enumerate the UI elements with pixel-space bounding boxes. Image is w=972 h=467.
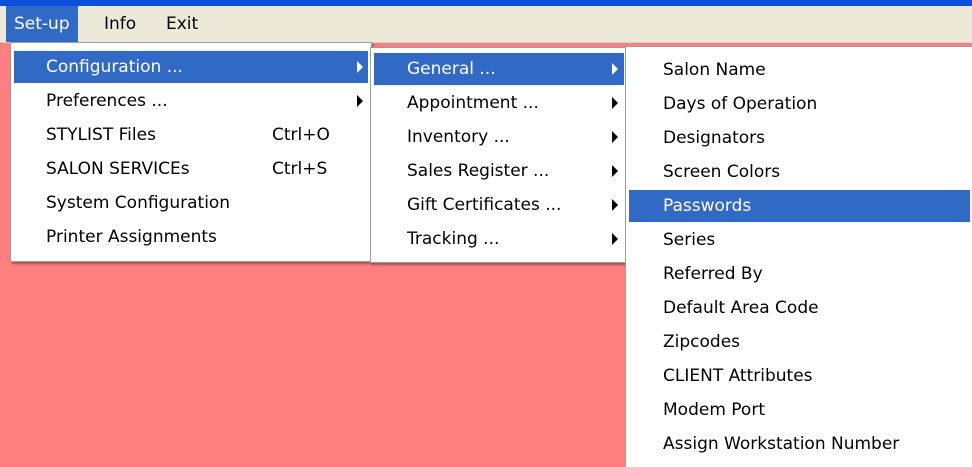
- menu-item-label: Salon Name: [663, 60, 766, 80]
- menu-item-label: STYLIST Files: [46, 125, 156, 145]
- menu-item-days-of-operation[interactable]: Days of Operation: [629, 88, 969, 120]
- menu-item-assign-workstation-number[interactable]: Assign Workstation Number: [629, 428, 969, 460]
- menu-item-shortcut: Ctrl+O: [272, 125, 330, 145]
- menu-item-label: Inventory ...: [407, 127, 510, 147]
- menu-item-label: Assign Workstation Number: [663, 434, 900, 454]
- menu-item-appointment[interactable]: Appointment ...: [374, 87, 624, 119]
- menu-item-label: General ...: [407, 59, 496, 79]
- menu-item-label: Tracking ...: [407, 229, 500, 249]
- menu-item-label: Zipcodes: [663, 332, 741, 352]
- menu-item-label: System Configuration: [46, 193, 231, 213]
- menu-item-shortcut: Ctrl+S: [272, 159, 328, 179]
- menu-item-printer-assignments[interactable]: Printer Assignments: [14, 221, 368, 253]
- setup-dropdown-menu: Configuration ... Preferences ... STYLIS…: [10, 42, 372, 262]
- submenu-arrow-icon: [612, 97, 618, 109]
- menu-item-client-attributes[interactable]: CLIENT Attributes: [629, 360, 969, 392]
- submenu-arrow-icon: [612, 131, 618, 143]
- submenu-arrow-icon: [357, 95, 363, 107]
- menu-item-salon-services[interactable]: SALON SERVICEs Ctrl+S: [14, 153, 368, 185]
- menu-item-preferences[interactable]: Preferences ...: [14, 85, 368, 117]
- configuration-submenu: General ... Appointment ... Inventory ..…: [370, 47, 628, 263]
- menu-item-label: Default Area Code: [663, 298, 819, 318]
- menu-item-zipcodes[interactable]: Zipcodes: [629, 326, 969, 358]
- menu-item-label: CLIENT Attributes: [663, 366, 813, 386]
- menu-item-configuration[interactable]: Configuration ...: [14, 51, 368, 83]
- menu-item-label: Appointment ...: [407, 93, 539, 113]
- menu-item-sales-register[interactable]: Sales Register ...: [374, 155, 624, 187]
- menu-item-label: Modem Port: [663, 400, 765, 420]
- menu-item-tracking[interactable]: Tracking ...: [374, 223, 624, 255]
- menu-item-inventory[interactable]: Inventory ...: [374, 121, 624, 153]
- menu-exit[interactable]: Exit: [158, 6, 206, 42]
- menu-bar: Set-up Info Exit: [0, 6, 972, 43]
- menu-item-modem-port[interactable]: Modem Port: [629, 394, 969, 426]
- menu-item-label: Printer Assignments: [46, 227, 217, 247]
- menu-item-general[interactable]: General ...: [374, 53, 624, 85]
- menu-item-gift-certificates[interactable]: Gift Certificates ...: [374, 189, 624, 221]
- menu-item-label: Screen Colors: [663, 162, 781, 182]
- menu-item-label: Sales Register ...: [407, 161, 550, 181]
- menu-setup[interactable]: Set-up: [6, 6, 78, 42]
- menu-item-system-configuration[interactable]: System Configuration: [14, 187, 368, 219]
- menu-item-referred-by[interactable]: Referred By: [629, 258, 969, 290]
- menu-item-stylist-files[interactable]: STYLIST Files Ctrl+O: [14, 119, 368, 151]
- menu-item-designators[interactable]: Designators: [629, 122, 969, 154]
- menu-item-label: Designators: [663, 128, 766, 148]
- menu-item-screen-colors[interactable]: Screen Colors: [629, 156, 969, 188]
- menu-item-label: Preferences ...: [46, 91, 168, 111]
- submenu-arrow-icon: [612, 199, 618, 211]
- menu-item-label: Configuration ...: [46, 57, 183, 77]
- menu-item-label: Gift Certificates ...: [407, 195, 562, 215]
- menu-item-series[interactable]: Series: [629, 224, 969, 256]
- menu-item-label: Days of Operation: [663, 94, 818, 114]
- menu-item-default-area-code[interactable]: Default Area Code: [629, 292, 969, 324]
- submenu-arrow-icon: [612, 63, 618, 75]
- submenu-arrow-icon: [357, 61, 363, 73]
- submenu-arrow-icon: [612, 233, 618, 245]
- menu-item-label: Series: [663, 230, 716, 250]
- menu-item-label: Passwords: [663, 196, 752, 216]
- menu-item-salon-name[interactable]: Salon Name: [629, 54, 969, 86]
- menu-item-label: SALON SERVICEs: [46, 159, 190, 179]
- general-submenu: Salon Name Days of Operation Designators…: [625, 46, 972, 467]
- submenu-arrow-icon: [612, 165, 618, 177]
- menu-item-passwords[interactable]: Passwords: [629, 190, 970, 222]
- menu-info[interactable]: Info: [96, 6, 144, 42]
- menu-item-label: Referred By: [663, 264, 763, 284]
